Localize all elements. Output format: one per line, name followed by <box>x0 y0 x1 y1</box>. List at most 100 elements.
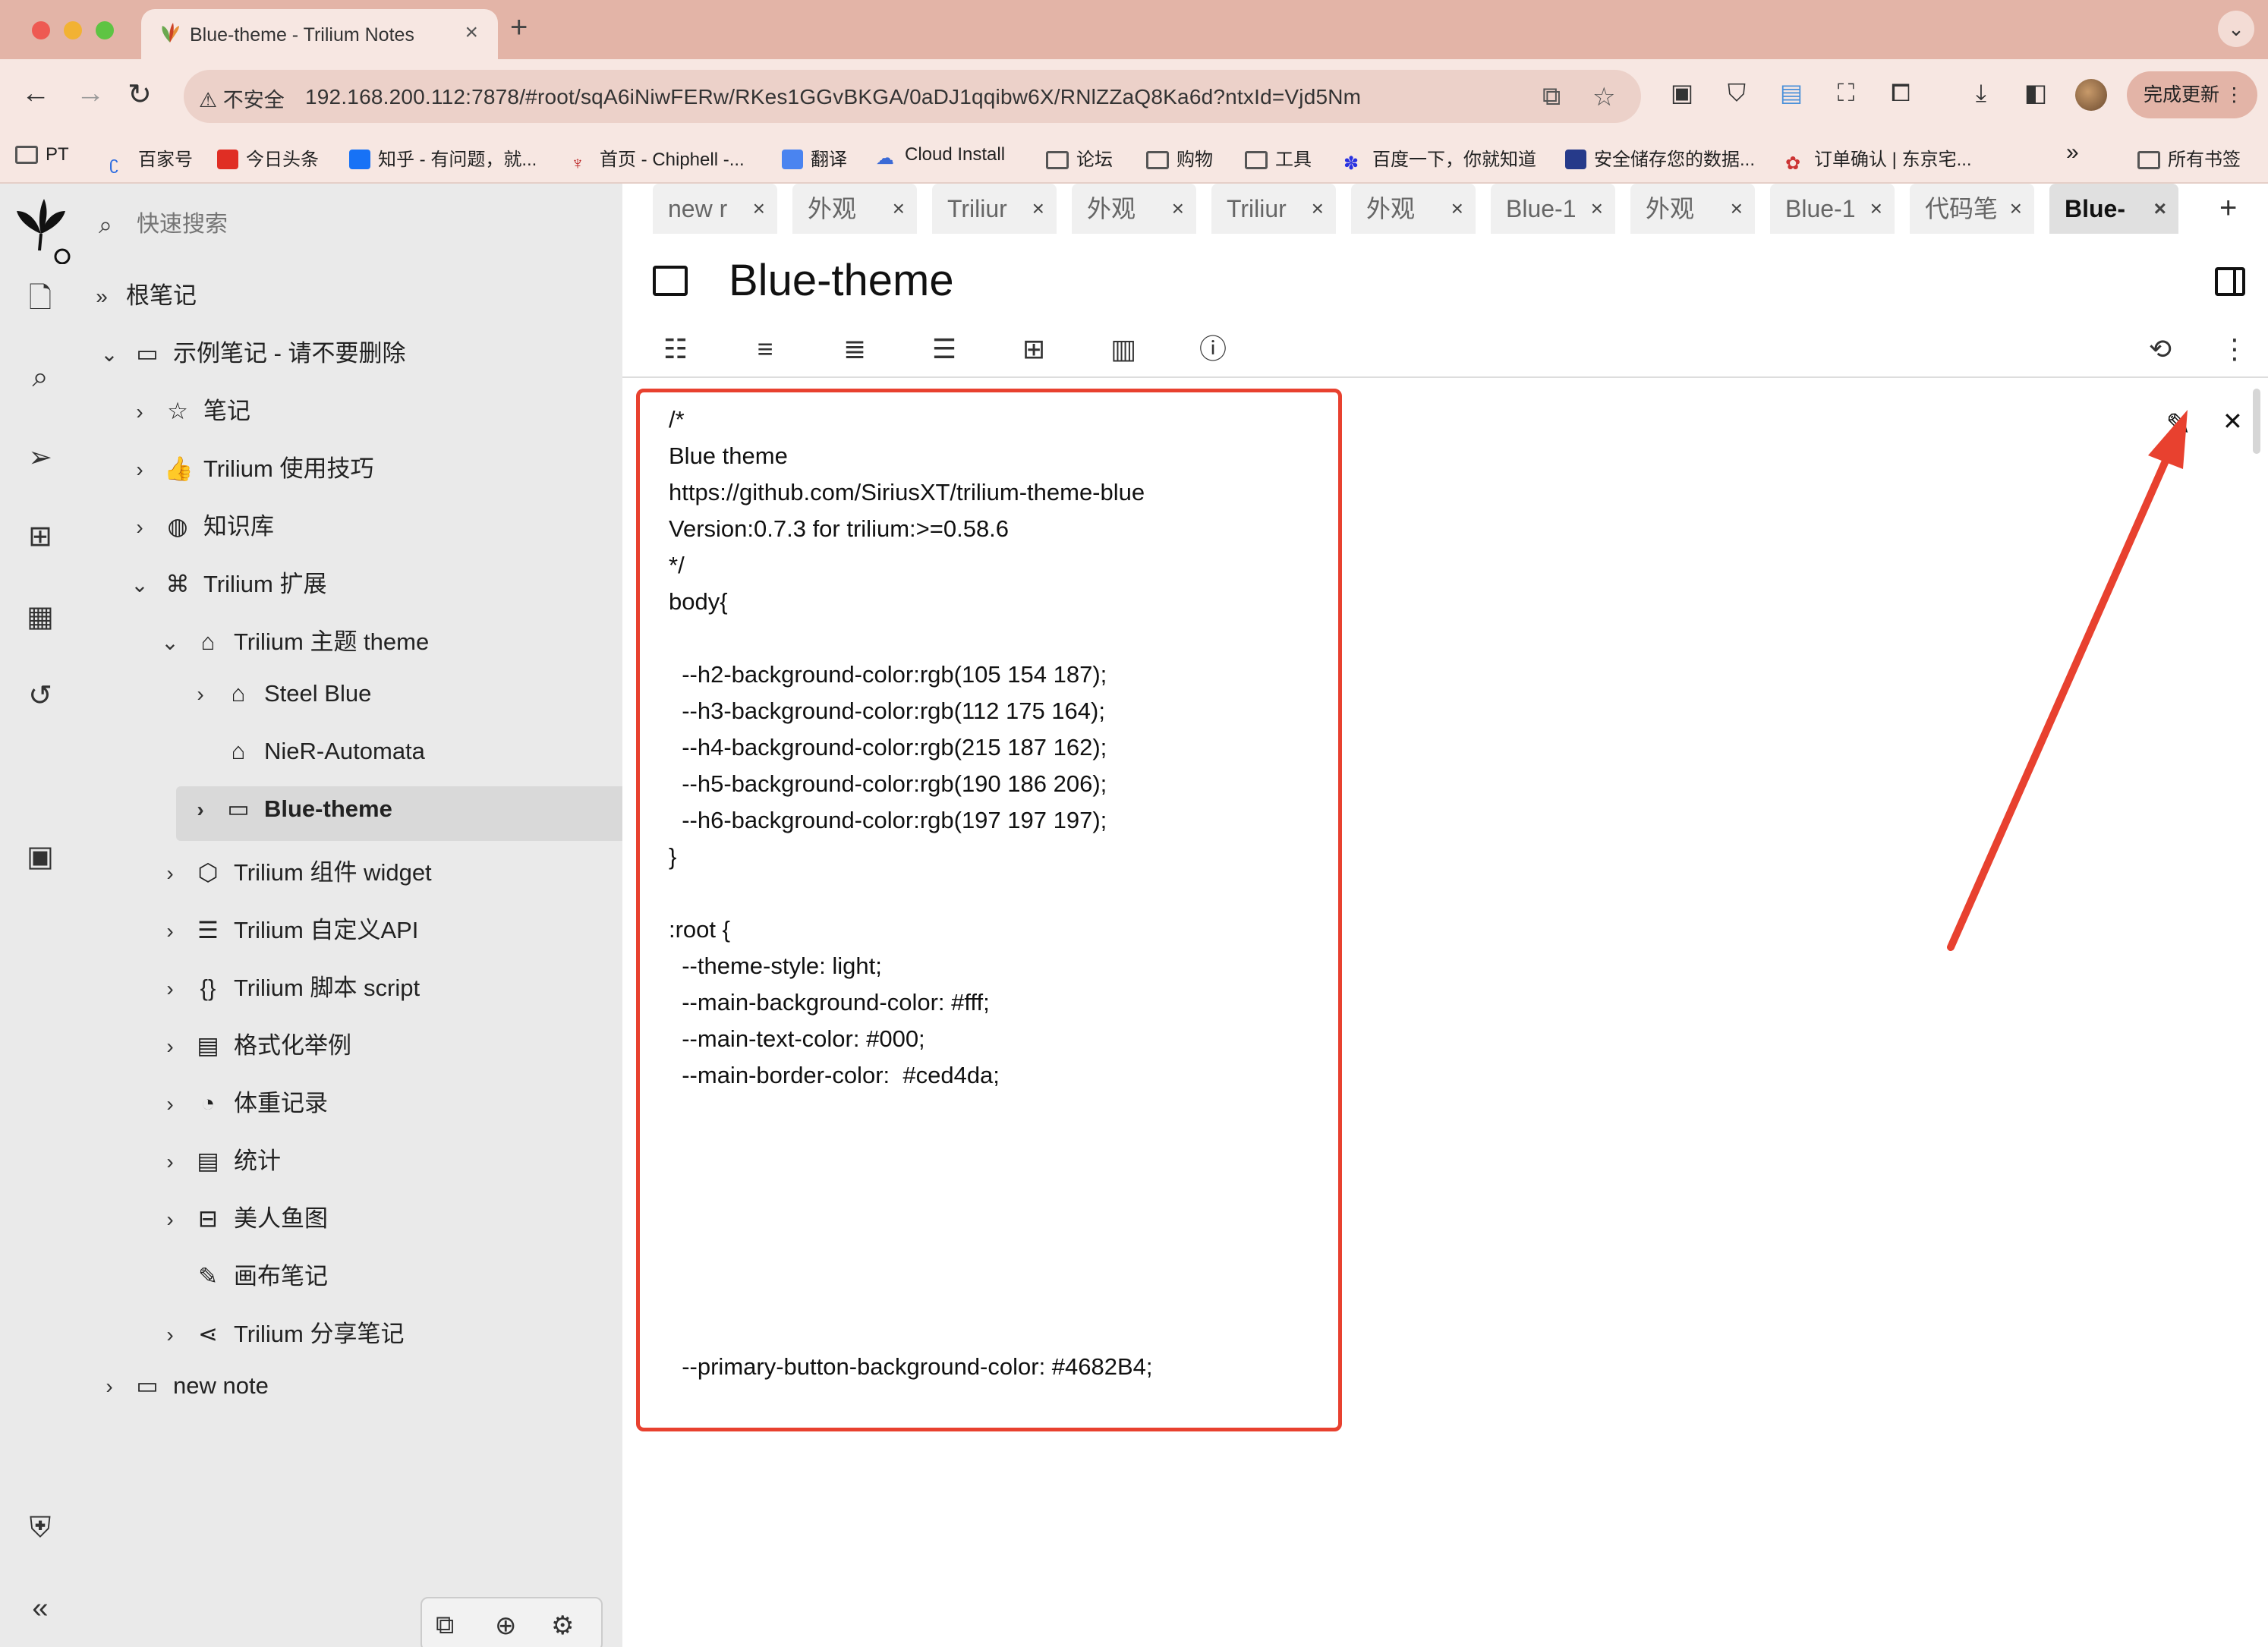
tree-item-stats[interactable]: › ▤ 统计 <box>159 1142 281 1196</box>
close-tab-icon[interactable]: × <box>1032 184 1044 234</box>
bookmarks-more-icon[interactable]: » <box>2066 140 2079 165</box>
close-tab-icon[interactable]: × <box>1312 184 1324 234</box>
bookmark-item[interactable]: 安全储存您的数据... <box>1565 144 1755 171</box>
collapse-sidebar-icon[interactable]: « <box>21 1589 59 1627</box>
tree-item-api[interactable]: › ☰ Trilium 自定义API <box>159 911 418 965</box>
tree-item-themes[interactable]: ⌄ ⌂ Trilium 主题 theme <box>159 622 429 677</box>
close-tab-icon[interactable]: × <box>1451 184 1463 234</box>
toggle-right-pane-icon[interactable] <box>2215 267 2245 296</box>
tree-item-weight[interactable]: › ◔ 体重记录 <box>159 1084 328 1138</box>
window-close-button[interactable] <box>32 21 50 39</box>
add-attribute-icon[interactable]: ≣ <box>836 331 873 367</box>
side-panel-icon[interactable]: ◧ <box>2021 77 2051 108</box>
tree-item-widget[interactable]: › ⬡ Trilium 组件 widget <box>159 853 431 908</box>
owned-attributes-icon[interactable]: ≡ <box>747 331 783 367</box>
note-tab[interactable]: 代码笔 × <box>1910 184 2034 234</box>
recent-changes-icon[interactable]: ↺ <box>21 677 59 715</box>
forward-arrow-icon[interactable]: → <box>76 77 105 110</box>
profile-avatar[interactable] <box>2075 79 2107 111</box>
bookmark-item[interactable]: ✽ 百度一下，你就知道 <box>1343 144 1536 174</box>
bookmark-item[interactable]: 今日头条 <box>217 144 319 171</box>
note-tab[interactable]: 外观 × <box>1630 184 1755 234</box>
tree-item-format[interactable]: › ▤ 格式化举例 <box>159 1026 351 1081</box>
extension-trello-icon[interactable]: ▣ <box>1667 77 1697 108</box>
note-map-icon[interactable]: ⊞ <box>1016 331 1052 367</box>
close-tab-icon[interactable]: × <box>1870 184 1882 234</box>
close-icon[interactable]: ✕ <box>2222 407 2243 436</box>
tree-item-script[interactable]: ›{} Trilium 脚本 script <box>159 968 420 1023</box>
close-tab-icon[interactable]: × <box>893 184 905 234</box>
note-tab[interactable]: 外观 × <box>1072 184 1196 234</box>
note-tab[interactable]: 外观 × <box>1351 184 1476 234</box>
trilium-logo-icon[interactable] <box>9 196 73 264</box>
tree-item-root[interactable]: » 根笔记 <box>91 276 197 331</box>
bookmark-star-icon[interactable]: ☆ <box>1592 82 1615 112</box>
code-text[interactable]: /* Blue theme https://github.com/SiriusXT/… <box>669 402 1153 1428</box>
protected-session-icon[interactable]: ⛨ <box>21 1509 59 1547</box>
bookmark-item[interactable]: ☁ Cloud Install <box>876 144 1005 168</box>
update-button[interactable]: 完成更新 ⋮ <box>2127 71 2257 118</box>
bookmark-item[interactable]: 论坛 <box>1046 144 1113 171</box>
note-info-icon[interactable]: ⓘ <box>1195 331 1231 367</box>
edit-pencil-icon[interactable]: ✎ <box>2157 404 2200 446</box>
note-revisions-icon[interactable]: ⟲ <box>2142 331 2178 367</box>
close-tab-icon[interactable]: × <box>2154 184 2166 234</box>
tab-search-chevron-icon[interactable]: ⌄ <box>2218 11 2254 47</box>
extension-bitwarden-icon[interactable]: ⛉ <box>1721 77 1752 108</box>
tree-item-knowledge[interactable]: › ◍ 知识库 <box>129 507 274 562</box>
note-hierarchy-icon[interactable]: ☰ <box>926 331 962 367</box>
reload-icon[interactable]: ↻ <box>128 77 152 112</box>
bookmark-item[interactable]: 翻译 <box>782 144 847 171</box>
extension-screenshot-icon[interactable]: ⛶ <box>1831 77 1861 108</box>
tree-item-mermaid[interactable]: › ⊟ 美人鱼图 <box>159 1199 328 1254</box>
bookmark-item[interactable]: ♆ 首页 - Chiphell -... <box>571 144 745 174</box>
note-tab[interactable]: 外观 × <box>792 184 917 234</box>
note-tab[interactable]: Triliur × <box>932 184 1057 234</box>
address-bar[interactable]: ⚠ 不安全 192.168.200.112:7878/#root/sqA6iNi… <box>184 70 1641 123</box>
new-tab-button[interactable]: + <box>510 11 528 45</box>
note-tab[interactable]: new r × <box>653 184 777 234</box>
bookmark-item[interactable]: 购物 <box>1146 144 1213 171</box>
note-tab[interactable]: Blue-1 × <box>1770 184 1895 234</box>
close-tab-icon[interactable]: × <box>1731 184 1743 234</box>
bookmark-item[interactable]: 知乎 - 有问题，就... <box>349 144 537 171</box>
tree-item-new-note[interactable]: › ▭ new note <box>99 1372 269 1427</box>
note-tab[interactable]: Blue-1 × <box>1491 184 1615 234</box>
note-map-icon[interactable]: ⊞ <box>21 518 59 556</box>
extension-app-icon[interactable]: ▤ <box>1776 77 1807 108</box>
note-tab[interactable]: Triliur × <box>1211 184 1336 234</box>
browser-tab-close-icon[interactable]: × <box>465 20 478 46</box>
tree-item-extensions[interactable]: ⌄ ⌘ Trilium 扩展 <box>129 565 326 619</box>
similar-notes-chart-icon[interactable]: ▥ <box>1105 331 1142 367</box>
folder-icon[interactable] <box>653 266 688 296</box>
tree-item-canvas[interactable]: ✎ 画布笔记 <box>159 1257 328 1312</box>
download-icon[interactable]: ⤓ <box>1966 77 1996 108</box>
search-icon[interactable]: ⌕ <box>21 358 59 396</box>
tree-settings-gear-icon[interactable]: ⚙ <box>551 1611 574 1641</box>
calendar-icon[interactable]: ▦ <box>21 598 59 636</box>
collapse-tree-icon[interactable]: ⧉ <box>436 1611 454 1640</box>
code-note-content[interactable]: /* Blue theme https://github.com/SiriusXT/… <box>636 389 1342 1431</box>
today-note-icon[interactable]: ▣ <box>21 838 59 876</box>
bookmark-item[interactable]: 工具 <box>1245 144 1312 171</box>
tree-item-nier[interactable]: ⌂ NieR-Automata <box>190 738 425 792</box>
window-minimize-button[interactable] <box>64 21 82 39</box>
tree-item-steel-blue[interactable]: › ⌂ Steel Blue <box>190 680 371 735</box>
bookmark-item[interactable]: ʗ 百家号 <box>109 144 193 174</box>
new-note-icon[interactable]: 🗋 <box>21 279 59 317</box>
bookmark-item[interactable]: ✿ 订单确认 | 东京宅... <box>1785 144 1972 174</box>
scrollbar[interactable] <box>2253 389 2260 454</box>
back-arrow-icon[interactable]: ← <box>21 77 50 110</box>
scroll-to-active-icon[interactable]: ⊕ <box>495 1611 517 1641</box>
note-settings-sliders-icon[interactable]: ☷ <box>657 331 694 367</box>
browser-tab-active[interactable]: Blue-theme - Trilium Notes × <box>141 9 498 59</box>
close-tab-icon[interactable]: × <box>753 184 765 234</box>
close-tab-icon[interactable]: × <box>1591 184 1603 234</box>
close-tab-icon[interactable]: × <box>2010 184 2022 234</box>
add-note-tab-button[interactable]: + <box>2219 191 2237 225</box>
bookmark-item[interactable]: PT <box>15 144 69 165</box>
tree-item-demo[interactable]: ⌄ ▭ 示例笔记 - 请不要删除 <box>99 334 405 389</box>
security-warning[interactable]: ⚠ 不安全 <box>199 83 285 113</box>
more-menu-icon[interactable]: ⋮ <box>2216 331 2253 367</box>
note-title[interactable]: Blue-theme <box>729 255 954 306</box>
